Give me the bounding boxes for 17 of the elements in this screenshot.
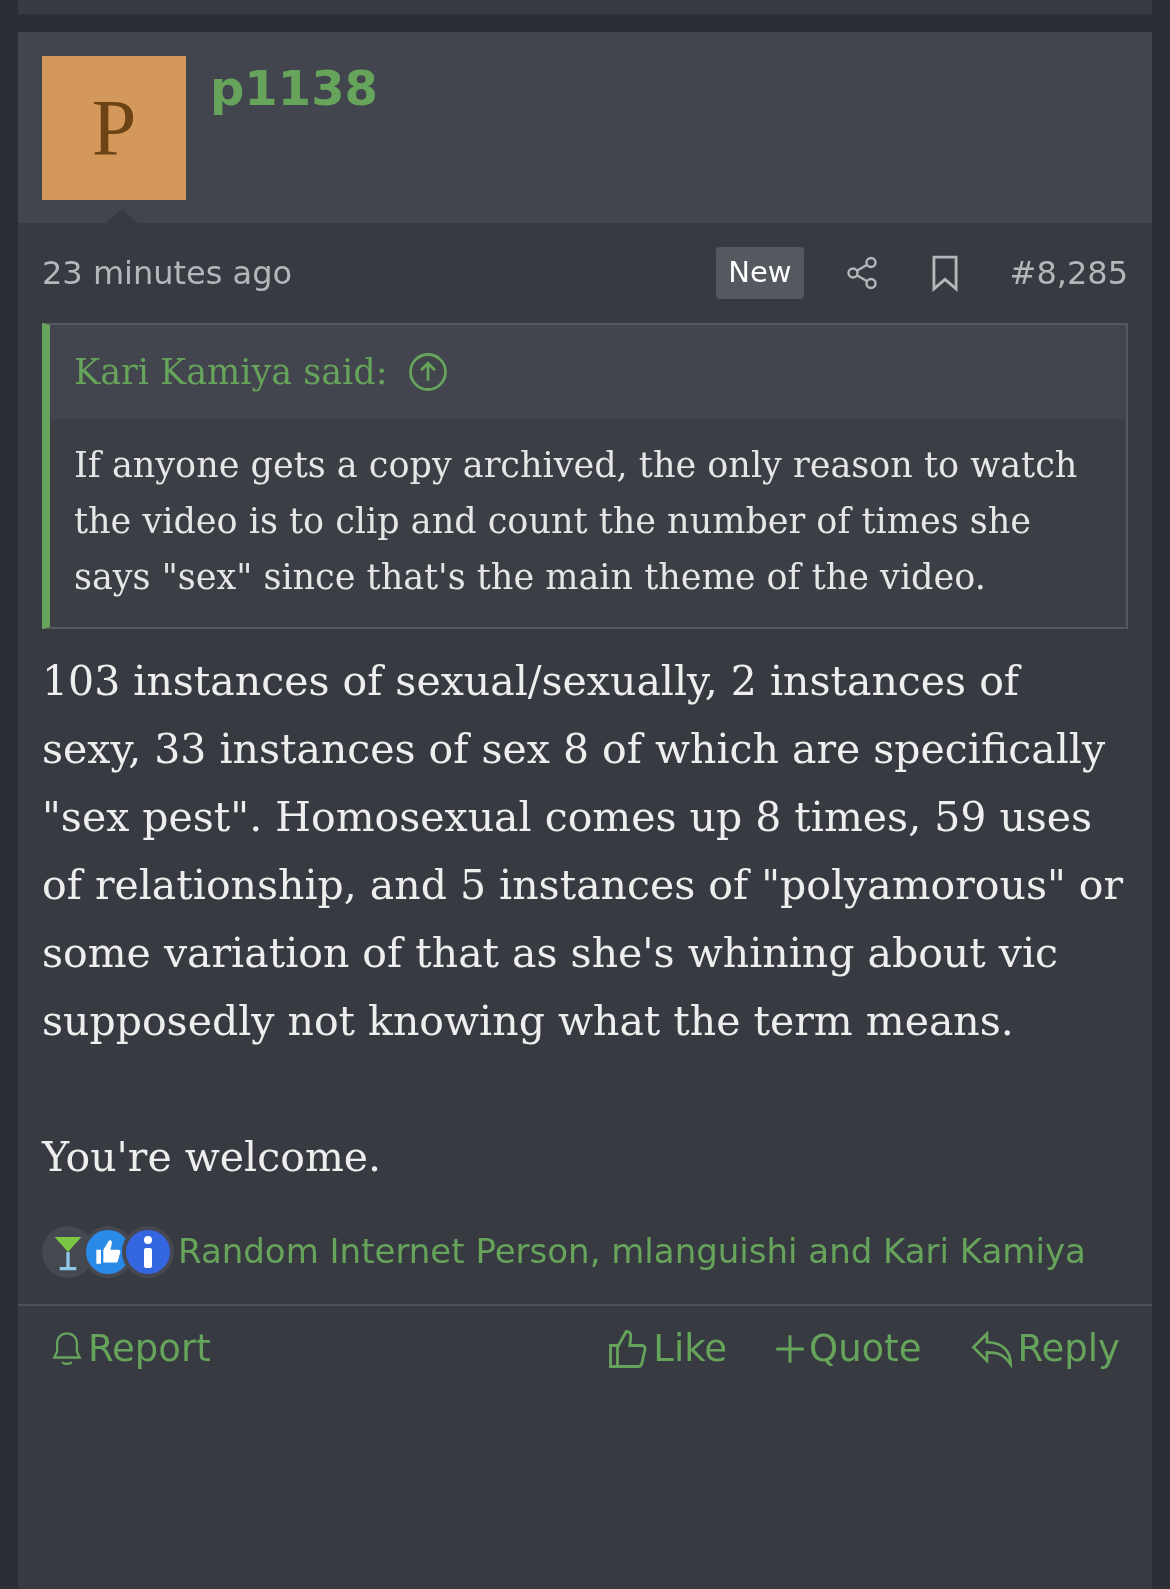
reactions-link[interactable]: Random Internet Person, mlanguishi and Kari Kamiya bbox=[178, 1231, 1086, 1271]
info-icon bbox=[122, 1225, 174, 1278]
post-time[interactable]: 23 minutes ago bbox=[42, 249, 717, 297]
post-paragraph: 103 instances of sexual/sexually, 2 instances of sexy, 33 instances of sex 8 of which are specifically "sex pest". Homosexual comes up 8 times, 59 uses of relationship, and 5 instances of "polyamorous" or some variation of that as she's whining about vic supposedly not knowing what the term means. bbox=[42, 656, 1125, 1047]
new-badge: New bbox=[716, 247, 804, 299]
quote-button[interactable]: Quote bbox=[775, 1320, 922, 1377]
like-button[interactable]: Like bbox=[607, 1320, 728, 1377]
username-link[interactable]: p1138 bbox=[210, 58, 378, 223]
quote-author[interactable]: Kari Kamiya said: bbox=[74, 345, 388, 399]
post-paragraph: You're welcome. bbox=[42, 1132, 383, 1183]
reply-icon bbox=[969, 1329, 1014, 1368]
report-button[interactable]: Report bbox=[50, 1320, 211, 1377]
reply-button[interactable]: Reply bbox=[969, 1320, 1120, 1377]
post-number[interactable]: #8,285 bbox=[1009, 249, 1128, 297]
plus-icon bbox=[775, 1333, 806, 1364]
quote-text: If anyone gets a copy archived, the only reason to watch the video is to clip and count the number of times she says "sex" since that's the main theme of the video. bbox=[73, 444, 1079, 599]
avatar[interactable]: P bbox=[42, 56, 186, 200]
